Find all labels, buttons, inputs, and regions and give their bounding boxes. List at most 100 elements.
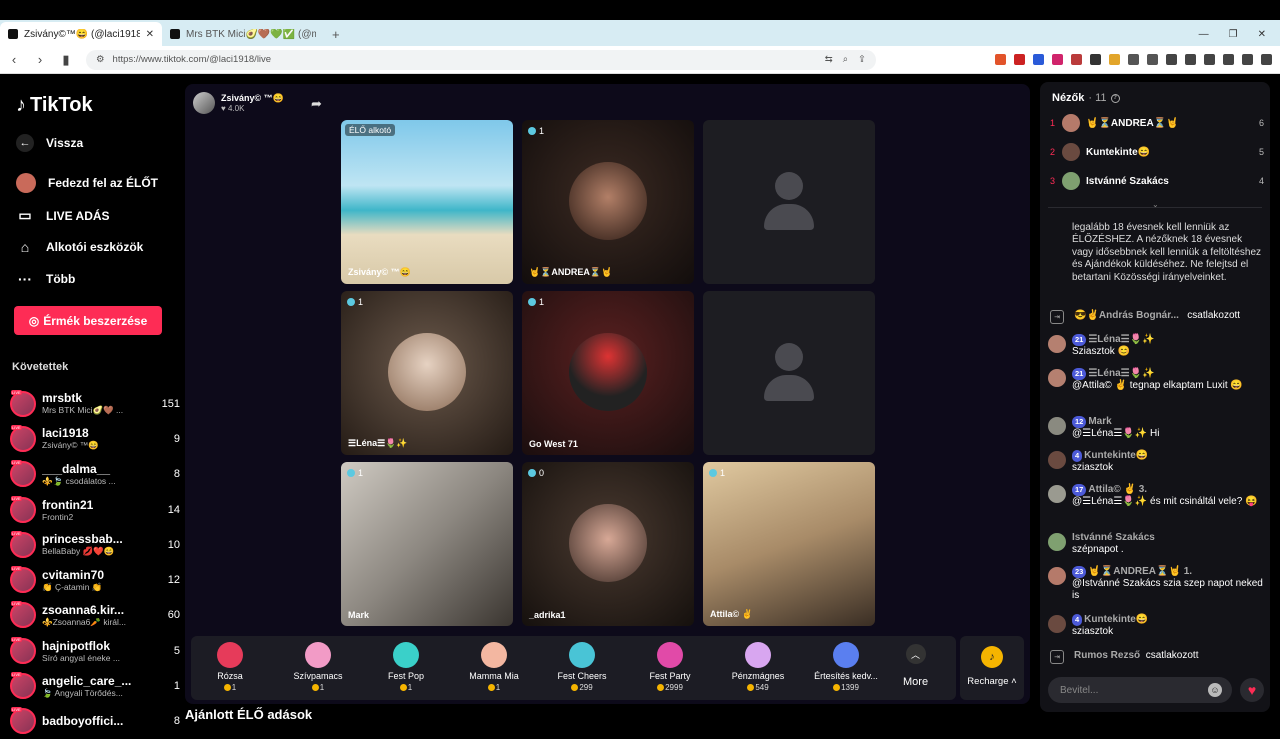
gift-rose[interactable]: Rózsa 1 — [191, 642, 269, 692]
guest-count: 1 — [347, 297, 363, 307]
chat-user[interactable]: Rumos Rezső — [1074, 650, 1140, 661]
chat-user[interactable]: Mark — [1088, 416, 1111, 427]
gift-fest-pop[interactable]: Fest Pop 1 — [367, 642, 445, 692]
wallet-icon[interactable] — [1204, 54, 1215, 65]
chat-user[interactable]: Attila© ✌️ 3. — [1088, 484, 1147, 495]
list-item[interactable]: zsoanna6.kir...⚜️Zsoanna6🥕 királ... 60 — [10, 598, 180, 633]
forward-arrow-icon[interactable]: › — [34, 52, 46, 67]
gift-fest-party[interactable]: Fest Party 2999 — [631, 642, 709, 692]
list-item[interactable]: angelic_care_...🍃 Angyali Törődés... 1 — [10, 668, 180, 703]
list-item[interactable]: badboyoffici... 8 — [10, 704, 180, 739]
avatar[interactable] — [1048, 451, 1066, 469]
extension-icon[interactable] — [1033, 54, 1044, 65]
browser-tab[interactable]: Mrs BTK Mici🥑🤎💚✅ (@mrsbtk) É... — [162, 22, 324, 46]
close-tab-icon[interactable]: ✕ — [146, 29, 154, 40]
back-arrow-icon[interactable]: ‹ — [8, 52, 20, 67]
avatar[interactable] — [1048, 417, 1066, 435]
sidebar-item-creator-tools[interactable]: ⌂ Alkotói eszközök — [16, 239, 144, 255]
bookmark-icon[interactable]: ▮ — [60, 52, 72, 68]
extension-icon[interactable] — [1109, 54, 1120, 65]
top-viewer-row[interactable]: 3 Istvánné Szakács 4 — [1050, 172, 1264, 190]
chat-join-message: ⇥ 😎✌️András Bognár... csatlakozott — [1048, 310, 1264, 324]
list-item[interactable]: ___dalma__⚜️🍃 csodálatos ... 8 — [10, 457, 180, 492]
guest-tile[interactable]: 1 Mark — [341, 462, 513, 626]
gift-notification[interactable]: Értesítés kedv... 1399 — [807, 642, 885, 692]
minimize-icon[interactable]: — — [1199, 29, 1209, 40]
more-gifts-button[interactable]: ︿ More — [903, 644, 928, 688]
guest-tile[interactable]: 1 🤘⏳ANDREA⏳🤘 — [522, 120, 694, 284]
rewards-icon[interactable] — [1014, 54, 1025, 65]
emoji-icon[interactable]: ☺ — [1208, 683, 1222, 697]
list-item[interactable]: cvitamin70👏 Ç-atamin 👏 12 — [10, 562, 180, 597]
back-button[interactable]: ← Vissza — [16, 134, 83, 152]
guest-tile[interactable]: 1 Go West 71 — [522, 291, 694, 455]
gift-name: Fest Cheers — [557, 671, 607, 681]
guest-tile[interactable]: 1 ☰Léna☰🌷✨ — [341, 291, 513, 455]
avatar[interactable] — [1048, 615, 1066, 633]
brave-shield-icon[interactable] — [995, 54, 1006, 65]
zoom-icon[interactable]: ⌕ — [843, 54, 848, 65]
list-item[interactable]: frontin21Frontin2 14 — [10, 492, 180, 527]
chat-user[interactable]: 😎✌️András Bognár... — [1074, 310, 1179, 321]
gift-money-magnet[interactable]: Pénzmágnes 549 — [719, 642, 797, 692]
avatar[interactable] — [1048, 369, 1066, 387]
leo-icon[interactable] — [1223, 54, 1234, 65]
gift-heart-puff[interactable]: Szívpamacs 1 — [279, 642, 357, 692]
url-field[interactable]: ⚙ https://www.tiktok.com/@laci1918/live … — [86, 49, 876, 70]
list-item[interactable]: laci1918Zsivány© ™😄 9 — [10, 421, 180, 456]
like-heart-button[interactable]: ♥ — [1240, 678, 1264, 702]
avatar[interactable] — [1048, 335, 1066, 353]
tiktok-logo[interactable]: ♪ TikTok — [16, 94, 93, 117]
extension-icon[interactable] — [1071, 54, 1082, 65]
maximize-icon[interactable]: ❐ — [1229, 29, 1238, 40]
chevron-down-icon[interactable]: ⌄ — [1152, 200, 1159, 209]
share-page-icon[interactable]: ⇪ — [858, 54, 866, 65]
recharge-button[interactable]: ♪ Recharge ˄ — [960, 636, 1024, 700]
list-item[interactable]: hajnipotflokSíró angyal éneke ... 5 — [10, 633, 180, 668]
avatar[interactable] — [1048, 567, 1066, 585]
empty-guest-slot[interactable] — [703, 291, 875, 455]
gift-fest-cheers[interactable]: Fest Cheers 299 — [543, 642, 621, 692]
gift-price: 1 — [455, 683, 533, 692]
list-item[interactable]: mrsbtkMrs BTK Mici🥑🤎 ... 151 — [10, 386, 180, 421]
translate-icon[interactable]: ⇆ — [825, 54, 833, 65]
guest-tile[interactable]: 1 Attila© ✌️ — [703, 462, 875, 626]
chat-user[interactable]: ☰Léna☰🌷✨ — [1088, 368, 1154, 379]
site-settings-icon[interactable]: ⚙ — [96, 54, 105, 65]
sidebar-item-live[interactable]: ▭ LIVE ADÁS — [16, 207, 109, 224]
chat-input[interactable] — [1048, 677, 1232, 703]
extension-icon[interactable] — [1052, 54, 1063, 65]
chat-user[interactable]: Istvánné Szakács — [1072, 532, 1155, 543]
chat-user[interactable]: Kuntekinte😄 — [1084, 614, 1148, 625]
sidebar-icon[interactable] — [1185, 54, 1196, 65]
guest-tile-host[interactable]: ÉLŐ alkotó Zsivány© ™😄 — [341, 120, 513, 284]
list-item[interactable]: princessbab...BellaBaby 💋❤️😄 10 — [10, 527, 180, 562]
buy-coins-button[interactable]: ◎ Érmék beszerzése — [14, 306, 162, 335]
menu-icon[interactable] — [1261, 54, 1272, 65]
back-label: Vissza — [46, 136, 84, 150]
top-viewer-row[interactable]: 2 Kuntekinte😄 5 — [1050, 143, 1264, 161]
avatar[interactable] — [1048, 533, 1066, 551]
avatar[interactable] — [1048, 485, 1066, 503]
chat-user[interactable]: ☰Léna☰🌷✨ — [1088, 334, 1154, 345]
guest-tile[interactable]: 0 _adrika1 — [522, 462, 694, 626]
chat-user[interactable]: Kuntekinte😄 — [1084, 450, 1148, 461]
empty-guest-slot[interactable] — [703, 120, 875, 284]
gift-mamma-mia[interactable]: Mamma Mia 1 — [455, 642, 533, 692]
music-icon[interactable] — [1166, 54, 1177, 65]
vpn-icon[interactable] — [1242, 54, 1253, 65]
share-icon[interactable]: ➦ — [311, 96, 322, 112]
info-icon[interactable]: ? — [1110, 93, 1120, 103]
chat-user[interactable]: 🤘⏳ANDREA⏳🤘 1. — [1088, 566, 1192, 577]
browser-tab-active[interactable]: Zsivány©™😄 (@laci1918) É... ✕ — [0, 22, 162, 46]
host-info[interactable]: Zsivány© ™😄 ♥ 4.0K — [193, 92, 284, 114]
extension-icon[interactable] — [1090, 54, 1101, 65]
puzzle-icon[interactable] — [1128, 54, 1139, 65]
tab-title: Mrs BTK Mici🥑🤎💚✅ (@mrsbtk) É... — [186, 28, 316, 40]
new-tab-button[interactable]: + — [324, 22, 348, 46]
sidebar-item-more[interactable]: ··· Több — [16, 271, 75, 287]
extension-icon[interactable] — [1147, 54, 1158, 65]
sidebar-item-explore-live[interactable]: Fedezd fel az ÉLŐT — [16, 173, 158, 193]
close-window-icon[interactable]: ✕ — [1258, 29, 1266, 40]
top-viewer-row[interactable]: 1 🤘⏳ANDREA⏳🤘 6 — [1050, 114, 1264, 132]
